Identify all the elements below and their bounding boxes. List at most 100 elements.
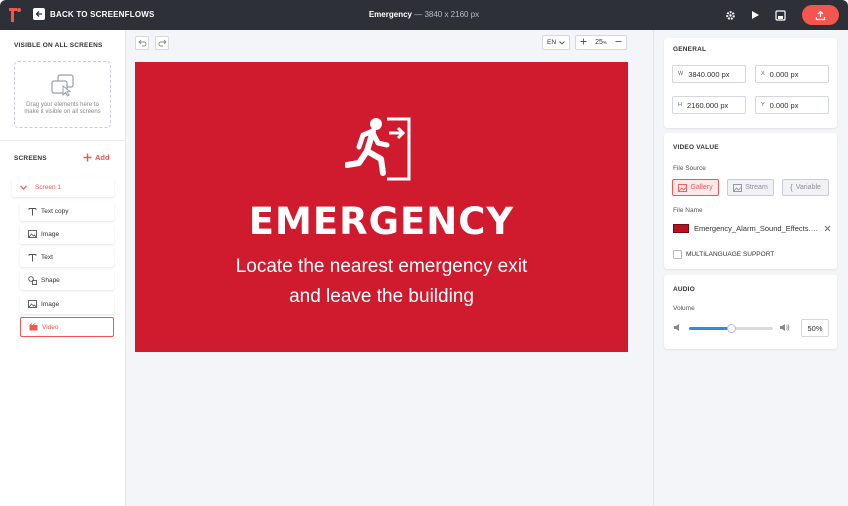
zoom-control: 25% (575, 35, 627, 50)
file-row: Emergency_Alarm_Sound_Effects.mp4 (673, 222, 831, 234)
width-value: 3840.000 px (688, 69, 730, 79)
layer-item-label: Shape (41, 276, 60, 284)
undo-icon (137, 39, 146, 47)
volume-high-icon[interactable] (779, 323, 790, 332)
video-value-card: VIDEO VALUE File Source Gallery Stream {… (664, 133, 837, 269)
braces-icon: { (790, 183, 793, 192)
divider (0, 140, 125, 141)
file-name: Emergency_Alarm_Sound_Effects.mp4 (694, 223, 819, 233)
layer-item-label: Text copy (41, 207, 69, 215)
minus-icon (615, 41, 622, 42)
add-screen-button[interactable]: Add (83, 153, 110, 162)
y-value: 0.000 px (769, 100, 799, 110)
y-input[interactable]: Y 0.000 px (755, 96, 829, 114)
source-gallery-button[interactable]: Gallery (672, 179, 719, 196)
height-value: 2160.000 px (686, 100, 729, 110)
plus-icon (83, 153, 92, 162)
source-label: Gallery (690, 184, 713, 191)
left-panel: VISIBLE ON ALL SCREENS Drag your element… (0, 30, 126, 506)
add-label: Add (95, 153, 110, 162)
zoom-value: 25% (595, 39, 607, 46)
layer-item-text-copy[interactable]: Text copy (20, 201, 114, 221)
gallery-icon (678, 183, 688, 192)
shape-icon (28, 275, 37, 285)
x-input[interactable]: X 0.000 px (755, 65, 829, 83)
emergency-heading[interactable]: EMERGENCY (135, 200, 628, 243)
y-label: Y (761, 102, 765, 108)
close-icon[interactable] (824, 225, 831, 232)
volume-row: 50% (673, 319, 829, 337)
width-input[interactable]: W 3840.000 px (672, 65, 746, 83)
multilanguage-checkbox[interactable] (673, 250, 682, 259)
height-input[interactable]: H 2160.000 px (672, 96, 746, 114)
screen-artboard[interactable]: EMERGENCY Locate the nearest emergency e… (135, 62, 628, 352)
dropzone-hint: Drag your elements here to make it visib… (24, 102, 101, 115)
play-icon (752, 11, 759, 19)
emergency-instructions[interactable]: Locate the nearest emergency exit and le… (135, 252, 628, 312)
language-select[interactable]: EN (542, 35, 570, 50)
zoom-unit: % (602, 40, 607, 45)
layer-item-label: Video (42, 323, 59, 331)
instructions-line-2: and leave the building (289, 286, 474, 307)
undo-button[interactable] (135, 36, 149, 50)
global-elements-dropzone[interactable]: Drag your elements here to make it visib… (14, 61, 111, 128)
multilanguage-support-row: MULTILANGUAGE SUPPORT (673, 250, 774, 259)
top-bar: BACK TO SCREENFLOWS Emergency — 3840 x 2… (0, 0, 848, 30)
volume-slider-thumb[interactable] (726, 324, 736, 333)
source-variable-button[interactable]: { Variable (782, 179, 829, 196)
gear-icon (725, 10, 735, 20)
audio-card: AUDIO Volume 50% (664, 275, 837, 349)
zoom-out-button[interactable] (615, 38, 622, 47)
instructions-line-1: Locate the nearest emergency exit (235, 256, 528, 277)
layer-item-label: Image (41, 230, 60, 238)
multilanguage-label: MULTILANGUAGE SUPPORT (686, 251, 775, 258)
general-card: GENERAL W 3840.000 px X 0.000 px H 2160.… (664, 38, 837, 128)
settings-button[interactable] (723, 8, 737, 22)
zoom-in-button[interactable] (580, 38, 587, 47)
file-name-label: File Name (673, 207, 703, 214)
screen-item[interactable]: Screen 1 (12, 178, 114, 197)
preview-play-button[interactable] (748, 8, 762, 22)
language-value: EN (546, 39, 557, 46)
video-thumbnail (673, 223, 689, 233)
redo-icon (158, 39, 167, 47)
text-icon (28, 207, 37, 215)
canvas-area: EN 25% EMERGENCY Locate the nearest emer… (126, 30, 653, 506)
chevron-down-icon[interactable] (20, 185, 27, 190)
source-stream-button[interactable]: Stream (727, 179, 774, 196)
video-icon (29, 323, 38, 331)
x-value: 0.000 px (769, 69, 799, 79)
drag-drop-icon (50, 74, 74, 97)
image-icon (28, 300, 37, 308)
layer-item-label: Image (41, 300, 60, 308)
save-icon (774, 9, 786, 21)
width-label: W (678, 71, 684, 77)
image-icon (28, 230, 37, 238)
source-label: Stream (745, 184, 768, 191)
stream-icon (733, 183, 743, 192)
screenflow-title: Emergency (368, 10, 412, 19)
audio-title: AUDIO (673, 286, 695, 293)
volume-low-icon[interactable] (673, 323, 681, 332)
general-title: GENERAL (673, 46, 707, 53)
text-icon (28, 253, 37, 261)
visible-on-all-screens-label: VISIBLE ON ALL SCREENS (14, 42, 103, 49)
screenflow-size: — 3840 x 2160 px (414, 10, 480, 19)
emergency-exit-icon[interactable] (345, 117, 411, 181)
volume-slider[interactable] (689, 324, 773, 333)
upload-icon (815, 10, 826, 20)
volume-slider-fill (689, 327, 731, 330)
layer-item-image[interactable]: Image (20, 294, 114, 314)
source-label: Variable (795, 184, 821, 191)
layer-item-video[interactable]: Video (20, 317, 114, 337)
save-button[interactable] (773, 8, 787, 22)
volume-value-input[interactable]: 50% (801, 319, 829, 337)
redo-button[interactable] (155, 36, 169, 50)
publish-button[interactable] (802, 5, 839, 25)
layer-item-text[interactable]: Text (20, 247, 114, 267)
video-value-title: VIDEO VALUE (673, 144, 719, 151)
file-source-label: File Source (673, 165, 706, 172)
layer-item-image[interactable]: Image (20, 224, 114, 244)
layer-item-shape[interactable]: Shape (20, 270, 114, 290)
height-label: H (678, 102, 682, 108)
